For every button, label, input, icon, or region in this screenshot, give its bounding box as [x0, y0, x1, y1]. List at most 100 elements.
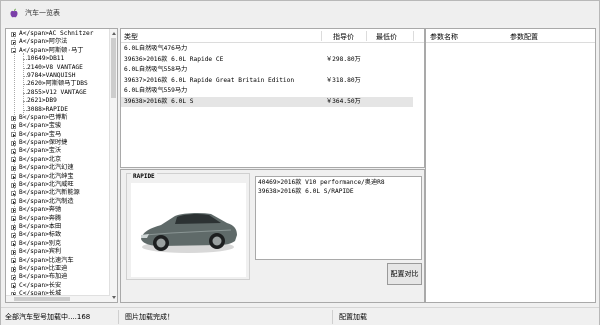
compare-item[interactable]: 40469>2016款 V10 performance/奥迪R8 [258, 179, 421, 188]
column-min-price[interactable]: 最低价 [376, 32, 397, 42]
model-name: 6.0L自然吸气558马力 [124, 66, 188, 73]
tree-item-label: A</span>阿斯顿·马丁 [19, 46, 84, 54]
expand-plus-icon[interactable] [11, 266, 16, 272]
model-list[interactable]: 类型 指导价 最低价 6.0L自然吸气476马力 39636>2016款 6.0L… [120, 28, 425, 168]
model-list-scrollbar [416, 43, 424, 167]
tree-item-label: B</span>标致 [19, 231, 62, 239]
column-param-name[interactable]: 参数名称 [430, 32, 458, 42]
photo-group: RAPIDE [126, 173, 250, 280]
expand-plus-icon[interactable] [11, 115, 16, 121]
tree-item[interactable]: 2140>V8 VANTAGE [6, 64, 110, 72]
tree-item[interactable]: 3088>RAPIDE [6, 106, 110, 114]
expand-plus-icon[interactable] [11, 157, 16, 163]
model-row[interactable]: 6.0L自然吸气476马力 [121, 44, 413, 55]
expand-plus-icon[interactable] [11, 165, 16, 171]
expand-plus-icon[interactable] [11, 140, 16, 146]
model-row[interactable]: 6.0L自然吸气559马力 [121, 86, 413, 97]
tree-hscroll-thumb[interactable] [14, 297, 70, 301]
model-row-selected[interactable]: 39638>2016款 6.0L S ￥364.50万 [121, 96, 413, 107]
tree-item-label: B</span>宝马 [19, 130, 62, 138]
column-divider [366, 31, 367, 41]
title-bar: 汽车一览表 [1, 1, 599, 25]
expand-plus-icon[interactable] [11, 216, 16, 222]
photo-title: RAPIDE [131, 173, 157, 180]
model-guide-price: ￥318.80万 [326, 76, 361, 84]
car-image [141, 212, 237, 253]
status-image-loaded: 图片加载完成！ [121, 310, 333, 324]
tree-item-label: B</span>北京 [19, 155, 62, 163]
tree-item[interactable]: B</span>宾利 [6, 248, 110, 256]
tree-item[interactable]: B</span>北汽绅宝 [6, 173, 110, 181]
tree-item[interactable]: B</span>奔驰 [6, 206, 110, 214]
tree-item[interactable]: B</span>标致 [6, 231, 110, 239]
model-row[interactable]: 39637>2016款 6.0L Rapide Great Britain Ed… [121, 76, 413, 87]
expand-plus-icon[interactable] [11, 132, 16, 138]
detail-panel: RAPIDE 40469>2016款 V10 performance/奥迪R8 … [120, 169, 425, 303]
apple-icon [10, 8, 18, 18]
scroll-up-arrow-icon[interactable] [111, 32, 116, 35]
tree-item[interactable]: B</span>北汽制造 [6, 198, 110, 206]
tree-item[interactable]: B</span>宝马 [6, 131, 110, 139]
model-name: 6.0L自然吸气559马力 [124, 87, 188, 94]
collapse-minus-icon[interactable] [11, 48, 16, 54]
expand-plus-icon[interactable] [11, 258, 16, 264]
tree-horizontal-scrollbar[interactable] [6, 295, 110, 302]
column-param-config[interactable]: 参数配置 [510, 32, 538, 42]
model-row[interactable]: 6.0L自然吸气558马力 [121, 65, 413, 76]
tree-item[interactable]: B</span>比速汽车 [6, 257, 110, 265]
expand-plus-icon[interactable] [11, 224, 16, 230]
expand-plus-icon[interactable] [11, 182, 16, 188]
expand-plus-icon[interactable] [11, 31, 16, 37]
expand-plus-icon[interactable] [11, 174, 16, 180]
tree-item[interactable]: B</span>奔腾 [6, 215, 110, 223]
expand-plus-icon[interactable] [11, 123, 16, 129]
expand-plus-icon[interactable] [11, 207, 16, 213]
tree-item-label: B</span>北汽制造 [19, 197, 74, 205]
tree-item-label: B</span>北汽绅宝 [19, 172, 74, 180]
tree-item-label: B</span>北汽幻速 [19, 164, 74, 172]
tree-item[interactable]: B</span>北汽新能源 [6, 189, 110, 197]
expand-plus-icon[interactable] [11, 274, 16, 280]
model-name: 39637>2016款 6.0L Rapide Great Britain Ed… [124, 76, 295, 84]
expand-plus-icon[interactable] [11, 241, 16, 247]
tree-item[interactable]: A</span>阿斯顿·马丁 [6, 47, 110, 55]
tree-scroll-thumb[interactable] [111, 38, 116, 98]
tree-item[interactable]: 10649>DB11 [6, 55, 110, 63]
tree-item[interactable]: 2620>阿斯顿马丁DBS [6, 80, 110, 88]
tree-item[interactable]: 2855>V12 VANTAGE [6, 89, 110, 97]
tree-item[interactable]: B</span>宝沃 [6, 147, 110, 155]
model-guide-price: ￥364.50万 [326, 97, 361, 105]
brand-tree[interactable]: A</span>AC Schnitzer A</span>阿尔法 A</span>阿… [5, 28, 118, 303]
tree-item-label: B</span>北汽新能源 [19, 189, 80, 197]
tree-item[interactable]: A</span>阿尔法 [6, 38, 110, 46]
tree-item-label: B</span>宝骏 [19, 122, 62, 130]
column-type[interactable]: 类型 [124, 32, 138, 42]
tree-item[interactable]: B</span>北京 [6, 156, 110, 164]
model-name: 39636>2016款 6.0L Rapide CE [124, 55, 224, 63]
tree-item[interactable]: B</span>北汽幻速 [6, 164, 110, 172]
compare-config-button[interactable]: 配置对比 [387, 263, 422, 285]
expand-plus-icon[interactable] [11, 191, 16, 197]
expand-plus-icon[interactable] [11, 39, 16, 45]
expand-plus-icon[interactable] [11, 199, 16, 205]
tree-rows: A</span>AC Schnitzer A</span>阿尔法 A</span>阿… [6, 30, 110, 299]
expand-plus-icon[interactable] [11, 283, 16, 289]
scroll-down-arrow-icon[interactable] [111, 296, 116, 299]
tree-vertical-scrollbar[interactable] [109, 29, 117, 302]
tree-item-label: A</span>阿尔法 [19, 38, 68, 46]
tree-item[interactable]: 2621>DB9 [6, 97, 110, 105]
model-name: 39638>2016款 6.0L S [124, 97, 194, 105]
column-guide-price[interactable]: 指导价 [333, 32, 354, 42]
expand-plus-icon[interactable] [11, 232, 16, 238]
tree-item[interactable]: B</span>别克 [6, 240, 110, 248]
expand-plus-icon[interactable] [11, 149, 16, 155]
model-row[interactable]: 39636>2016款 6.0L Rapide CE ￥298.80万 [121, 55, 413, 66]
tree-item[interactable]: B</span>宝骏 [6, 122, 110, 130]
tree-item[interactable]: B</span>布加迪 [6, 273, 110, 281]
compare-item[interactable]: 39638>2016款 6.0L S/RAPIDE [258, 188, 421, 197]
expand-plus-icon[interactable] [11, 249, 16, 255]
tree-item[interactable]: C</span>长安 [6, 282, 110, 290]
column-divider [321, 31, 322, 41]
params-list[interactable]: 参数名称 参数配置 [425, 28, 596, 303]
compare-list[interactable]: 40469>2016款 V10 performance/奥迪R8 39638>2… [255, 176, 422, 260]
